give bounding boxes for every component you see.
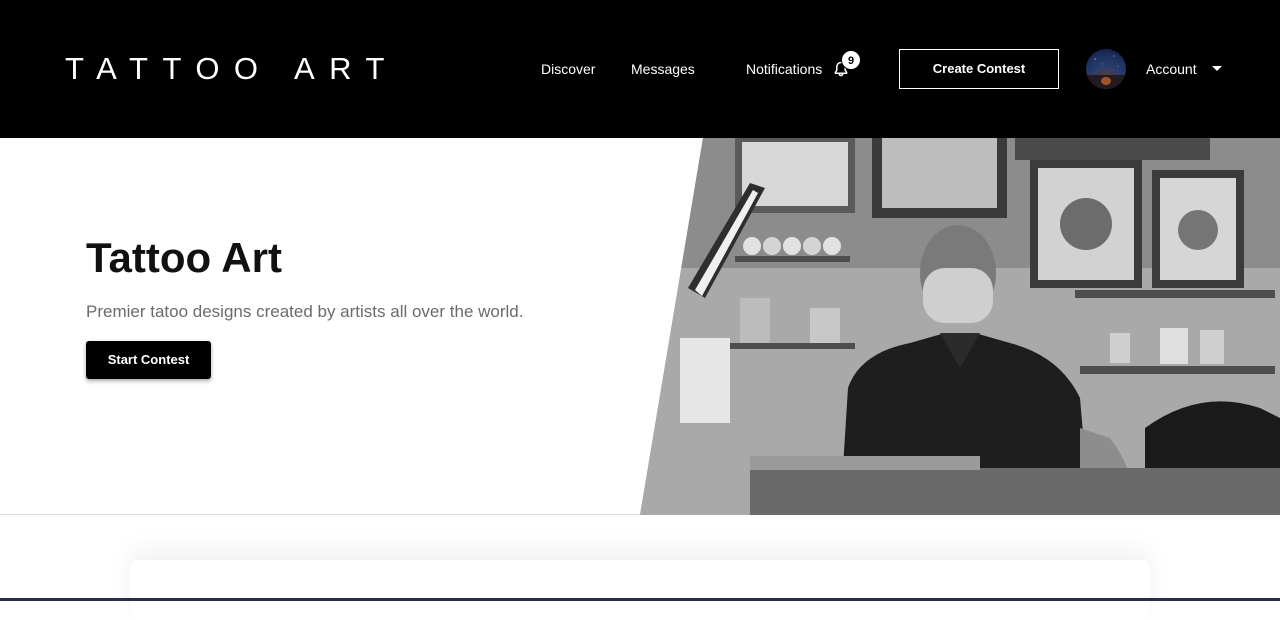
nav-discover[interactable]: Discover	[541, 60, 595, 78]
account-menu-label[interactable]: Account	[1146, 60, 1197, 78]
hero-photo	[640, 138, 1280, 515]
content-card	[130, 560, 1150, 620]
notification-count-badge: 9	[841, 50, 861, 70]
avatar[interactable]	[1086, 49, 1126, 89]
nav-notifications[interactable]: Notifications	[746, 60, 822, 78]
site-logo[interactable]: TATTOO ART	[65, 52, 399, 86]
top-navigation-bar: TATTOO ART Discover Messages Notificatio…	[0, 0, 1280, 138]
chevron-down-icon[interactable]	[1212, 66, 1222, 71]
nav-messages[interactable]: Messages	[631, 60, 695, 78]
hero-title: Tattoo Art	[86, 234, 282, 281]
hero-subtitle: Premier tatoo designs created by artists…	[86, 302, 524, 321]
hero-section: Tattoo Art Premier tatoo designs created…	[0, 138, 1280, 515]
start-contest-button[interactable]: Start Contest	[86, 341, 211, 379]
create-contest-button[interactable]: Create Contest	[899, 49, 1059, 89]
